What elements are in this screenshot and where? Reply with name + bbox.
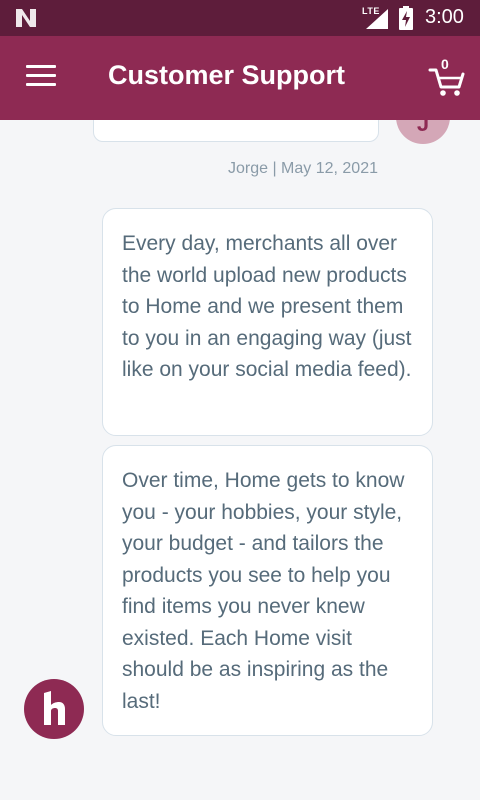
app-bar: Customer Support 0 xyxy=(0,36,480,120)
avatar: J xyxy=(396,120,450,144)
message-meta: Jorge | May 12, 2021 xyxy=(227,160,378,177)
menu-icon[interactable] xyxy=(26,65,58,89)
home-logo-icon xyxy=(44,691,65,725)
n-logo-icon xyxy=(16,9,36,27)
signal-icon xyxy=(366,9,388,29)
page-title: Customer Support xyxy=(108,60,346,90)
clock: 3:00 xyxy=(425,6,464,28)
status-bar: LTE 3:00 xyxy=(0,0,480,36)
avatar-initial: J xyxy=(416,120,430,136)
previous-message-bubble xyxy=(93,120,379,142)
cart-count-badge: 0 xyxy=(441,56,449,72)
battery-charging-icon xyxy=(399,6,413,30)
home-chat-button[interactable] xyxy=(24,679,84,739)
message-bubble: Every day, merchants all over the world … xyxy=(102,208,433,436)
message-bubble: Over time, Home gets to know you - your … xyxy=(102,445,433,736)
